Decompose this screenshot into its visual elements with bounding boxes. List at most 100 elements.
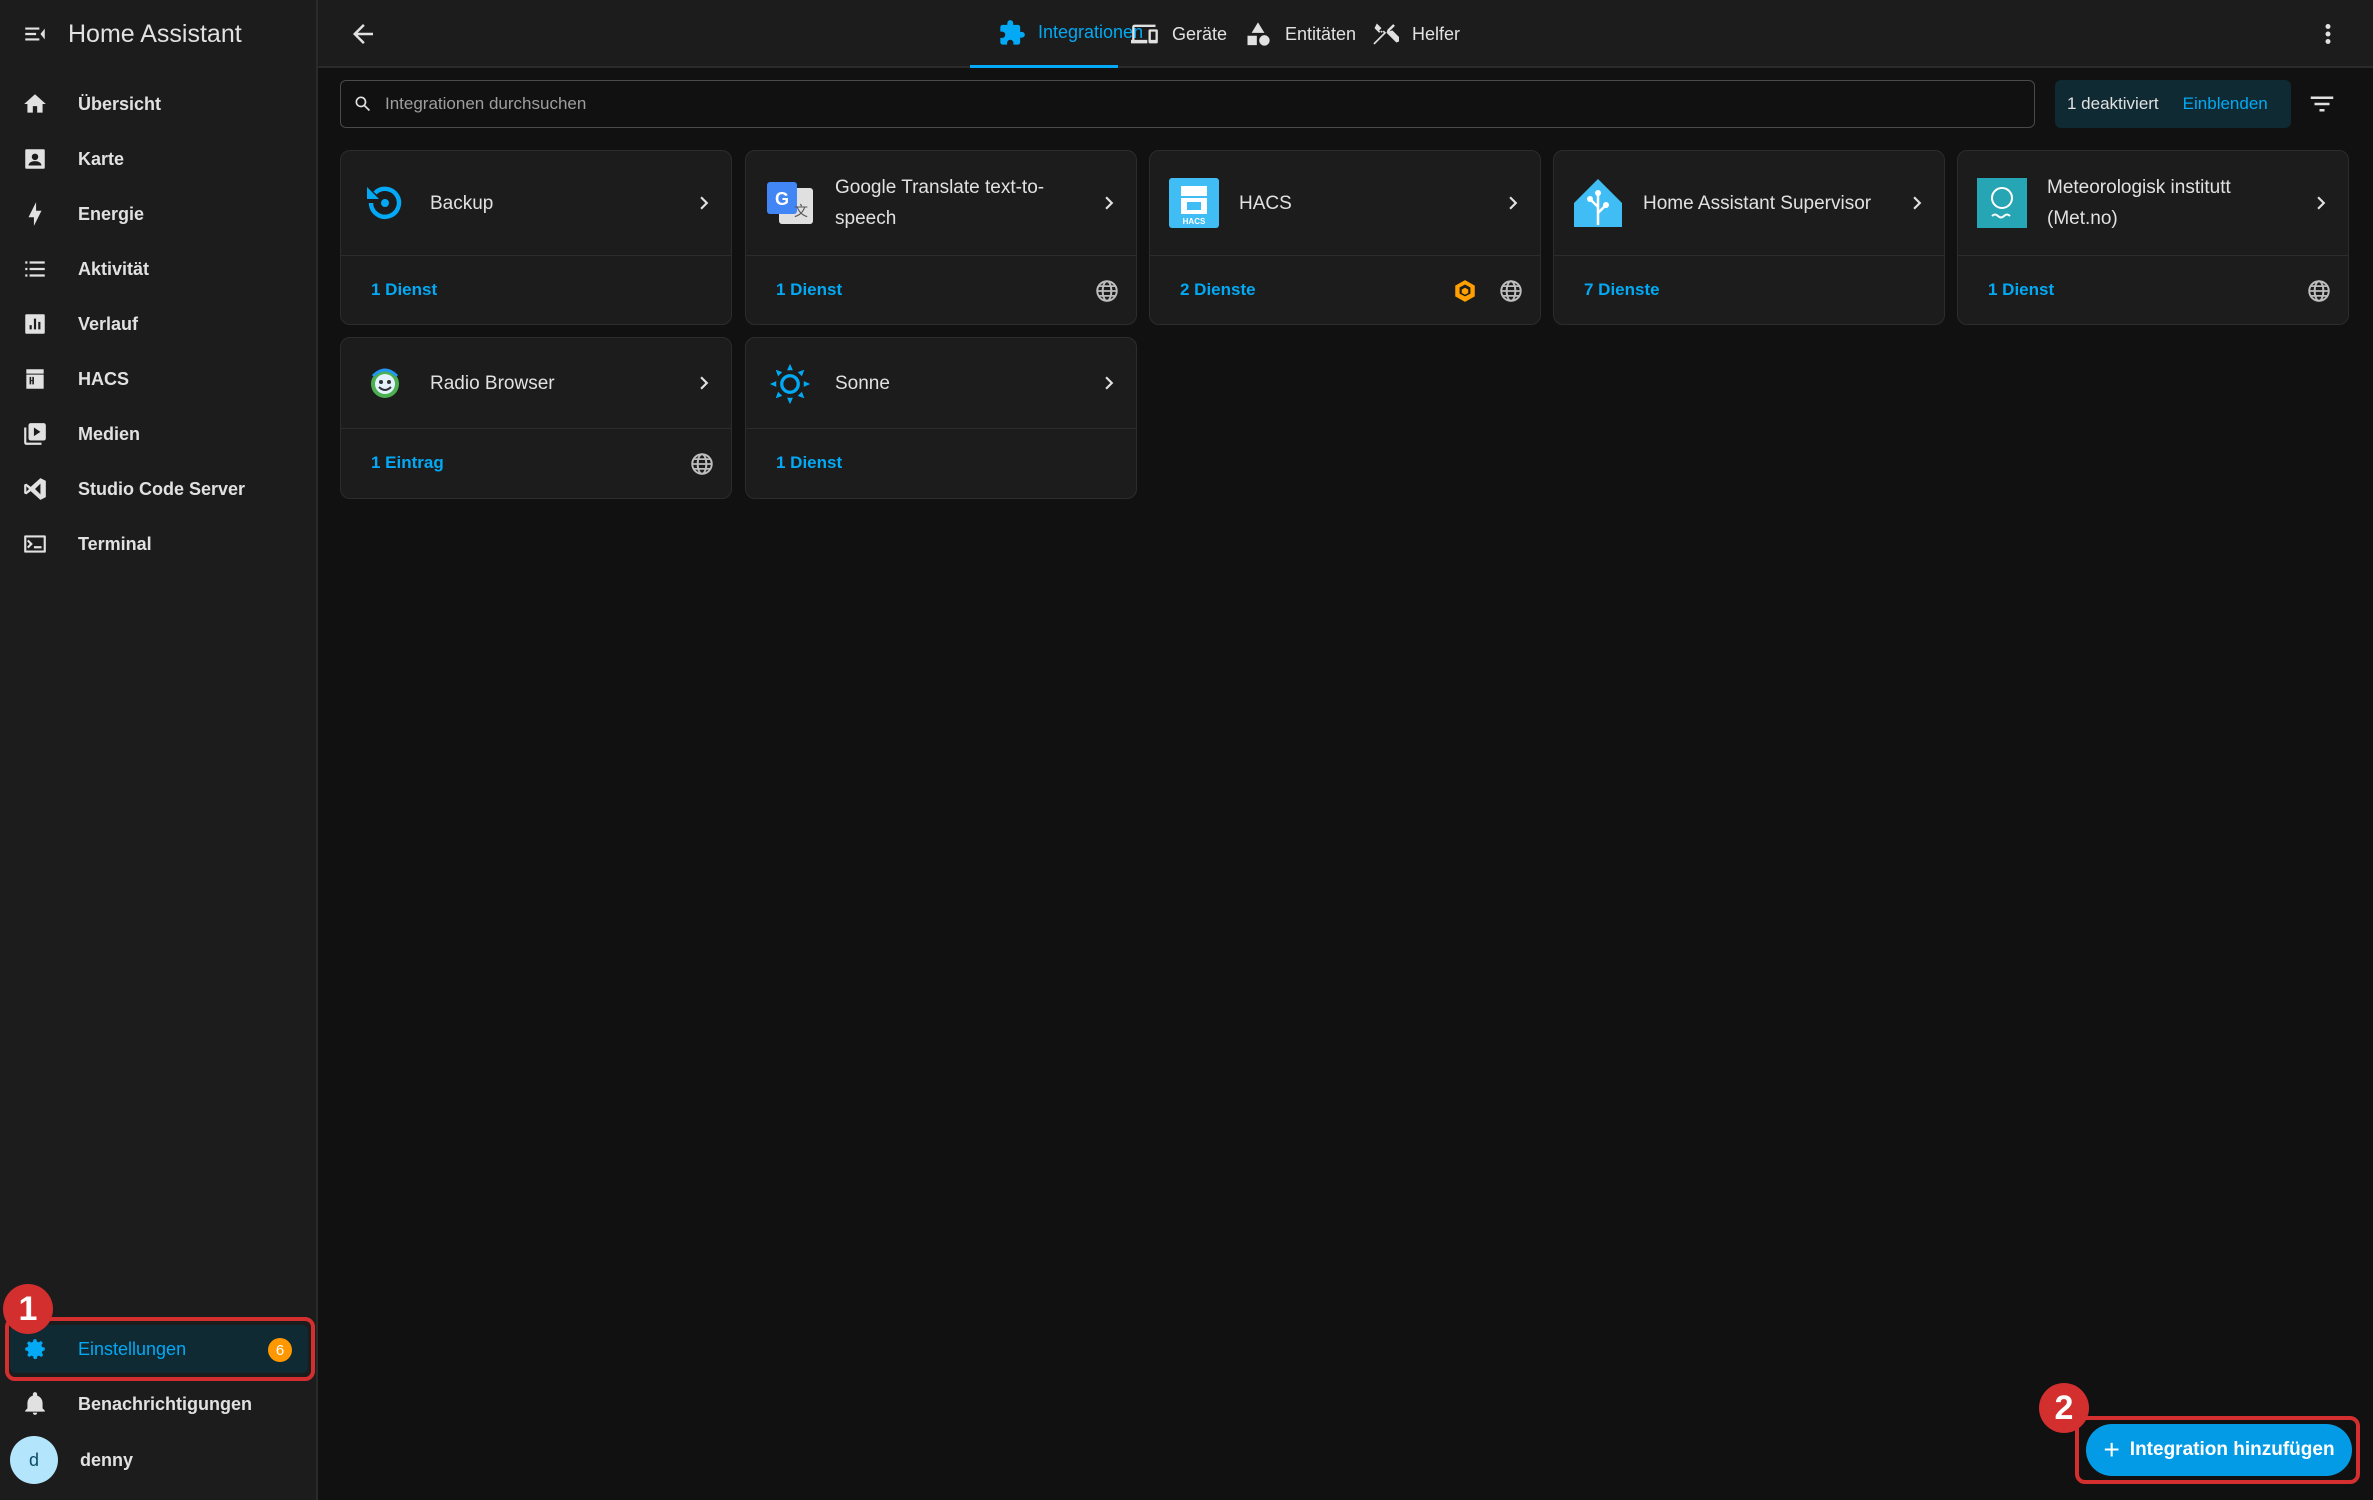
tab-integrationen[interactable]: Integrationen: [970, 0, 1143, 68]
sidebar-item-hacs[interactable]: HACS: [10, 355, 308, 403]
integration-name: Meteorologisk institutt (Met.no): [2047, 177, 2231, 229]
svg-text:HACS: HACS: [1183, 217, 1206, 226]
puzzle-icon: [998, 18, 1026, 48]
sidebar-item-energie[interactable]: Energie: [10, 190, 308, 238]
card-header[interactable]: Sonne: [746, 338, 1136, 429]
sidebar-item-verlauf[interactable]: Verlauf: [10, 300, 308, 348]
chevron-right-icon: [691, 370, 717, 396]
entries-link[interactable]: 1 Eintrag: [371, 453, 444, 473]
chevron-right-icon: [1500, 190, 1526, 216]
menu-collapse-icon[interactable]: [20, 19, 50, 49]
chevron-right-icon: [1096, 190, 1122, 216]
svg-text:文: 文: [794, 204, 808, 220]
cloud-globe-icon: [2306, 278, 2332, 304]
disabled-filter-chip: 1 deaktiviert Einblenden: [2055, 80, 2291, 128]
hacs-logo-icon: HACS: [1168, 177, 1220, 229]
integration-card-supervisor[interactable]: Home Assistant Supervisor 7 Dienste: [1553, 150, 1945, 325]
annotation-step-badge: 1: [3, 1284, 53, 1334]
sidebar-item-label: Karte: [78, 148, 125, 169]
filter-icon[interactable]: [2307, 89, 2337, 119]
sidebar-item-label: Terminal: [78, 533, 152, 554]
card-header[interactable]: Radio Browser: [341, 338, 731, 429]
card-footer: 1 Dienst: [746, 256, 1136, 324]
card-header[interactable]: Meteorologisk institutt (Met.no): [1958, 151, 2348, 256]
tab-label: Helfer: [1412, 23, 1461, 44]
search-field[interactable]: [340, 80, 2035, 128]
card-footer: 1 Dienst: [341, 256, 731, 324]
sidebar-item-label: Benachrichtigungen: [78, 1393, 253, 1414]
backup-icon: [359, 177, 411, 229]
card-header[interactable]: Backup: [341, 151, 731, 256]
integration-card-backup[interactable]: Backup 1 Dienst: [340, 150, 732, 325]
integration-card-met-no[interactable]: Meteorologisk institutt (Met.no) 1 Diens…: [1957, 150, 2349, 325]
back-arrow-icon[interactable]: [348, 19, 378, 49]
tab-helfer[interactable]: Helfer: [1370, 0, 1460, 68]
services-link[interactable]: 1 Dienst: [1988, 280, 2054, 300]
google-translate-icon: G文: [764, 177, 816, 229]
sidebar-item-karte[interactable]: Karte: [10, 135, 308, 183]
tools-icon: [1370, 19, 1400, 49]
services-link[interactable]: 1 Dienst: [776, 453, 842, 473]
search-input[interactable]: [383, 93, 1987, 115]
integration-name: Home Assistant Supervisor: [1643, 192, 1872, 214]
sidebar-item-label: Übersicht: [78, 93, 162, 114]
chevron-right-icon: [2308, 190, 2334, 216]
sidebar-item-uebersicht[interactable]: Übersicht: [10, 80, 308, 128]
chevron-right-icon: [1904, 190, 1930, 216]
svg-text:G: G: [775, 189, 789, 209]
sidebar-item-terminal[interactable]: Terminal: [10, 520, 308, 568]
integration-name: Google Translate text-to-speech: [835, 177, 1045, 229]
chevron-right-icon: [1096, 370, 1122, 396]
services-link[interactable]: 1 Dienst: [776, 280, 842, 300]
card-footer: 1 Dienst: [746, 429, 1136, 499]
annotation-highlight-settings: [5, 1317, 315, 1381]
radio-browser-icon: [359, 358, 411, 410]
more-vert-icon[interactable]: [2313, 19, 2343, 49]
integration-name: Radio Browser: [430, 372, 555, 394]
card-footer: 7 Dienste: [1554, 256, 1944, 324]
cloud-globe-icon: [689, 451, 715, 477]
devices-icon: [1130, 19, 1160, 49]
shape-icon: [1243, 19, 1273, 49]
integration-name: HACS: [1239, 192, 1292, 214]
sidebar-item-label: Energie: [78, 203, 145, 224]
lightning-bolt-icon: [21, 200, 49, 228]
hacs-icon: [21, 365, 49, 393]
card-header[interactable]: G文 Google Translate text-to-speech: [746, 151, 1136, 256]
card-header[interactable]: HACS HACS: [1150, 151, 1540, 256]
annotation-step-badge: 2: [2039, 1383, 2089, 1433]
sidebar-item-aktivitaet[interactable]: Aktivität: [10, 245, 308, 293]
play-box-multiple-icon: [21, 420, 49, 448]
chart-box-icon: [21, 310, 49, 338]
sidebar-item-studio-code-server[interactable]: Studio Code Server: [10, 465, 308, 513]
card-header[interactable]: Home Assistant Supervisor: [1554, 151, 1944, 256]
tab-geraete[interactable]: Geräte: [1130, 0, 1227, 68]
integration-card-sonne[interactable]: Sonne 1 Dienst: [745, 337, 1137, 499]
search-icon: [353, 94, 373, 114]
chevron-right-icon: [691, 190, 717, 216]
custom-integration-icon: [1452, 278, 1478, 304]
sidebar-item-label: Studio Code Server: [78, 478, 246, 499]
sidebar-item-label: Verlauf: [78, 313, 139, 334]
integration-card-radio-browser[interactable]: Radio Browser 1 Eintrag: [340, 337, 732, 499]
integration-card-hacs[interactable]: HACS HACS 2 Dienste: [1149, 150, 1541, 325]
sidebar-item-medien[interactable]: Medien: [10, 410, 308, 458]
tab-entitaeten[interactable]: Entitäten: [1243, 0, 1356, 68]
services-link[interactable]: 2 Dienste: [1180, 280, 1256, 300]
sun-icon: [764, 358, 816, 410]
app-title: Home Assistant: [68, 19, 242, 48]
card-footer: 2 Dienste: [1150, 256, 1540, 324]
services-link[interactable]: 1 Dienst: [371, 280, 437, 300]
integration-card-google-translate[interactable]: G文 Google Translate text-to-speech 1 Die…: [745, 150, 1137, 325]
sidebar-item-user[interactable]: d denny: [10, 1435, 308, 1485]
sidebar-item-benachrichtigungen[interactable]: Benachrichtigungen: [10, 1380, 308, 1428]
services-link[interactable]: 7 Dienste: [1584, 280, 1660, 300]
annotation-highlight-add-button: [2075, 1416, 2360, 1484]
tab-label: Geräte: [1172, 23, 1228, 44]
sidebar-item-label: HACS: [78, 368, 130, 389]
show-disabled-button[interactable]: Einblenden: [2183, 94, 2268, 114]
home-icon: [21, 90, 49, 118]
integration-name: Backup: [430, 192, 494, 214]
user-name: denny: [80, 1449, 134, 1470]
sidebar: Home Assistant Übersicht Karte Energie A…: [0, 0, 318, 1500]
